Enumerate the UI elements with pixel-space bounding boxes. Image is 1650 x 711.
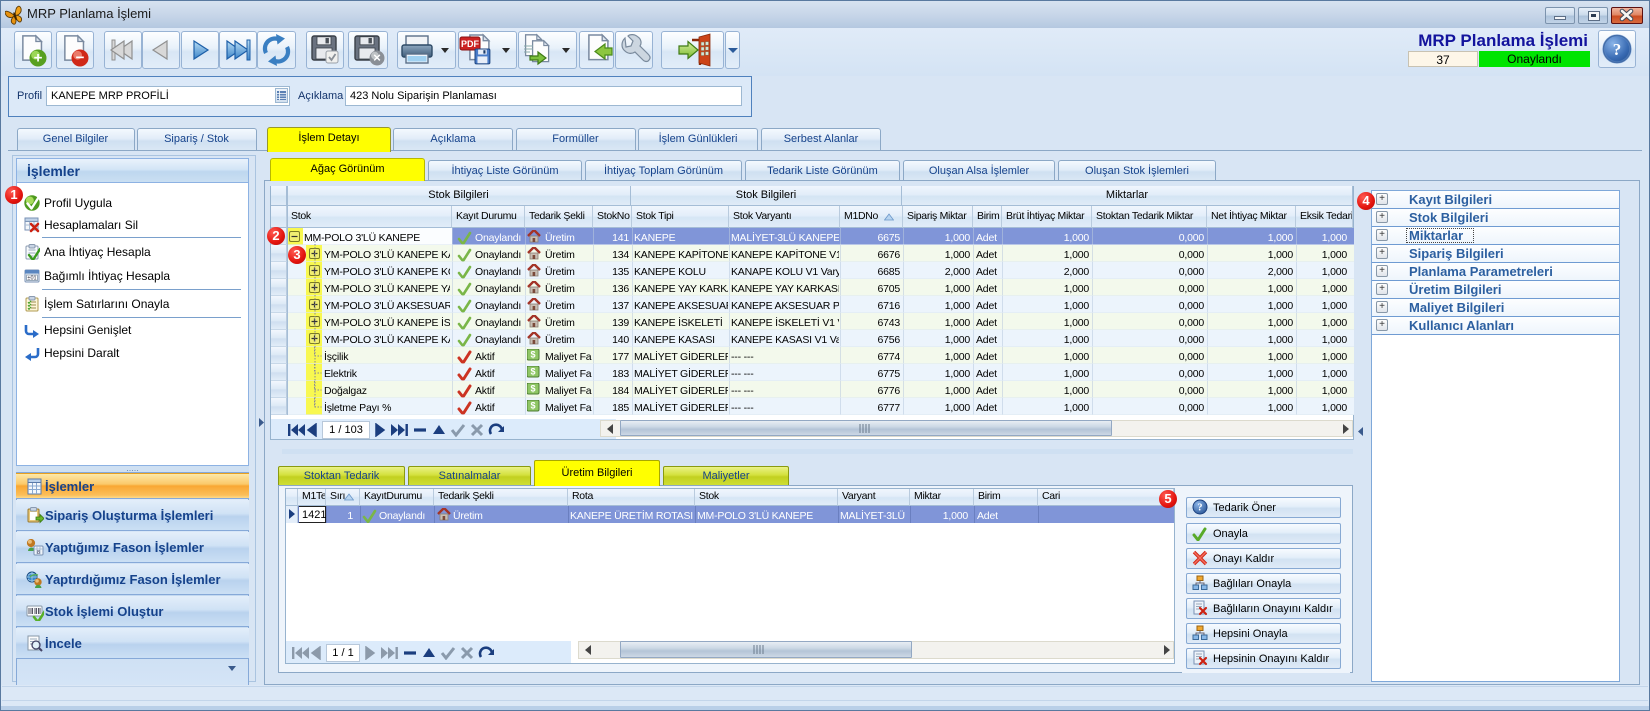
- svg-text:×: ×: [373, 50, 381, 65]
- svg-text:PDF: PDF: [461, 39, 480, 49]
- svg-text:$: $: [530, 401, 535, 411]
- svg-text:±01: ±01: [27, 276, 36, 282]
- svg-text:+: +: [34, 49, 43, 66]
- svg-text:−: −: [76, 49, 85, 66]
- svg-text:?: ?: [1613, 40, 1622, 59]
- svg-text:?: ?: [1198, 503, 1203, 514]
- svg-text:$: $: [530, 367, 535, 377]
- svg-text:$: $: [530, 350, 535, 360]
- svg-text:8: 8: [37, 550, 40, 556]
- svg-text:$: $: [530, 384, 535, 394]
